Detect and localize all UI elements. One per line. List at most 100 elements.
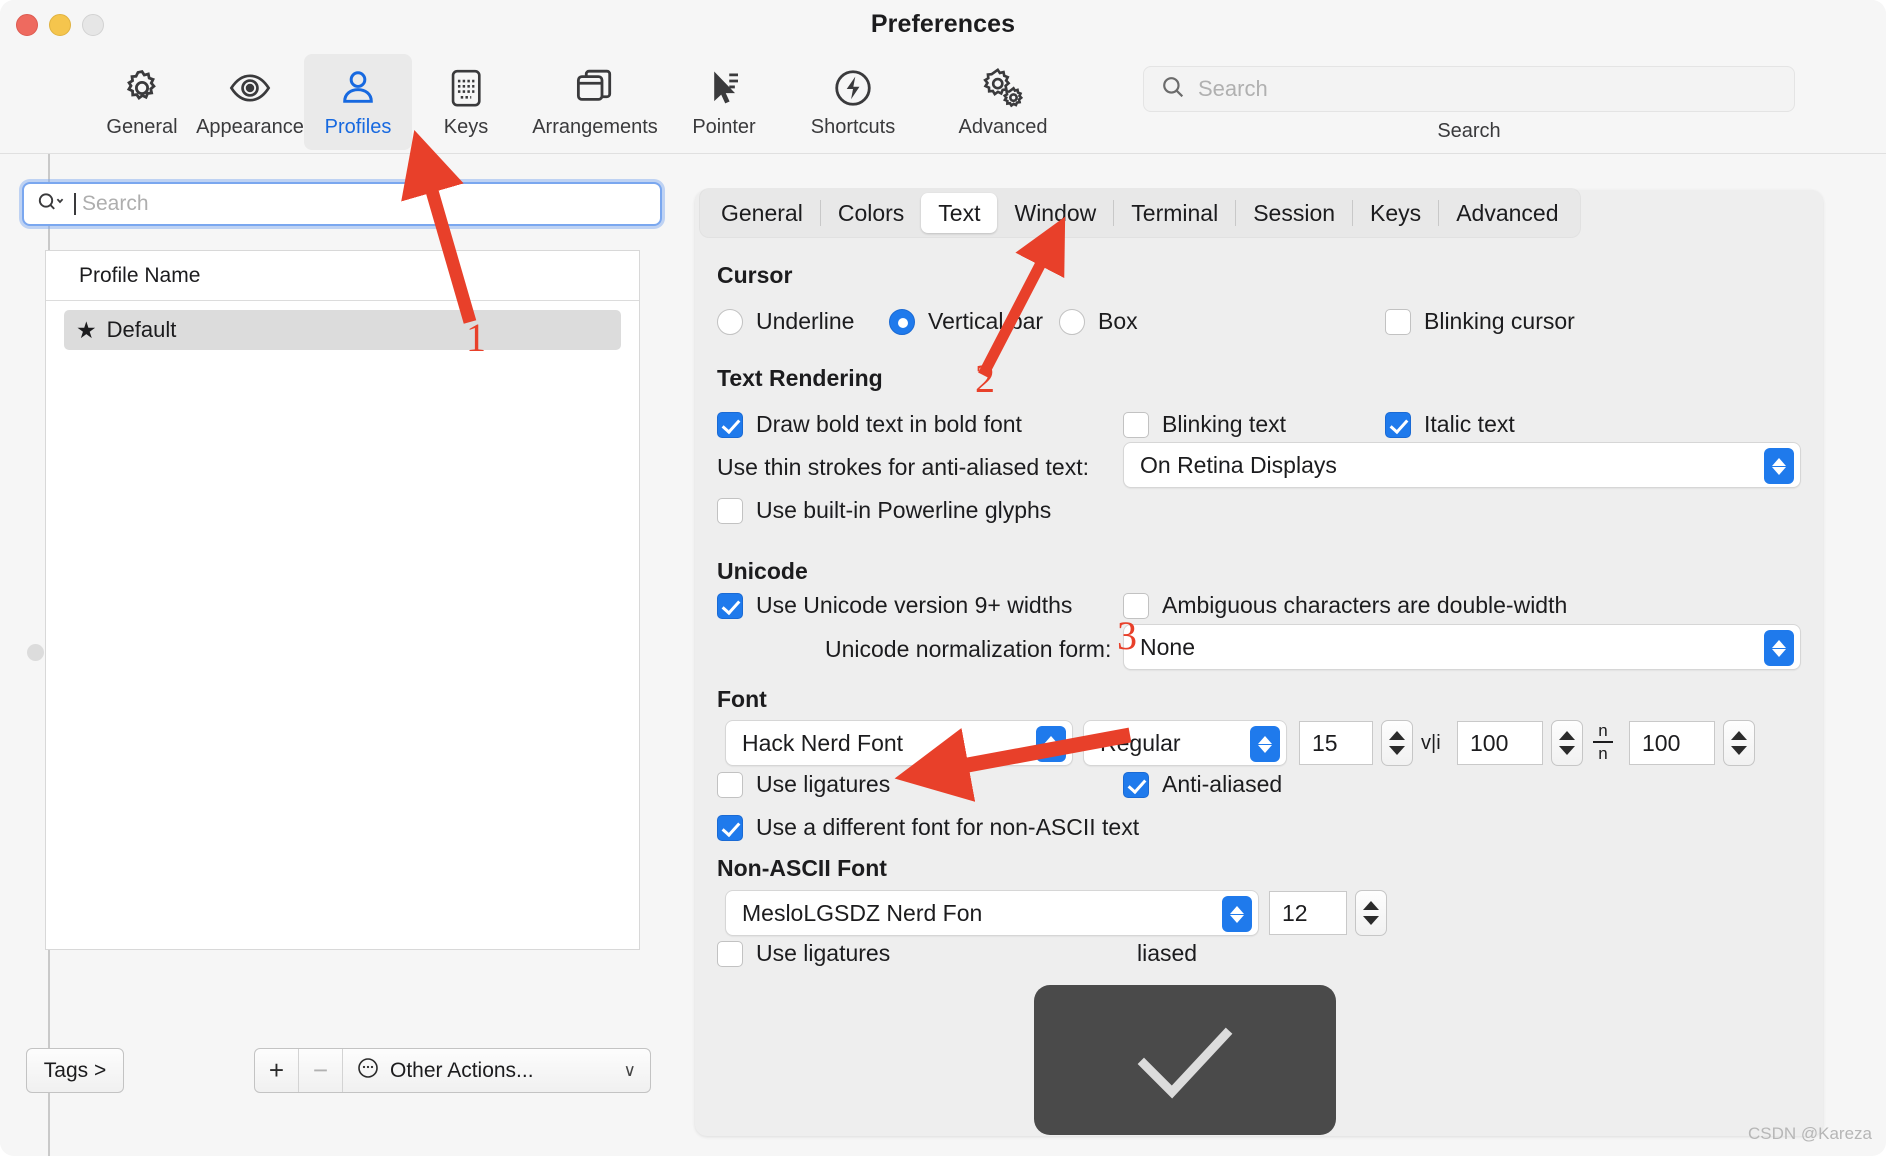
tab-advanced[interactable]: Advanced [1439, 193, 1575, 233]
popup-arrows-icon[interactable] [1250, 726, 1280, 762]
checkbox-unicode-version-9[interactable] [717, 592, 743, 619]
radio-underline[interactable] [717, 308, 743, 335]
radio-vertical-bar[interactable] [889, 308, 915, 335]
watermark: CSDN @Kareza [1747, 1124, 1872, 1143]
radio-box[interactable] [1059, 308, 1085, 335]
nonascii-antialiased-checkbox-row[interactable]: liased [1137, 940, 1197, 967]
vertical-spacing-input[interactable]: 100 [1629, 721, 1715, 765]
font-family-popup[interactable]: Hack Nerd Font [725, 720, 1073, 766]
checkbox-use-different-nonascii-font[interactable] [717, 814, 743, 841]
toolbar-item-profiles[interactable]: Profiles [304, 54, 412, 150]
checkbox-powerline[interactable] [717, 497, 743, 524]
vertical-spacing-stepper[interactable] [1723, 720, 1755, 766]
tab-window[interactable]: Window [997, 193, 1113, 233]
powerline-checkbox-row[interactable]: Use built-in Powerline glyphs [717, 497, 1051, 524]
cursor-option-vertical-bar[interactable]: Vertical bar [889, 308, 1043, 335]
cursor-option-label: Vertical bar [928, 308, 1044, 334]
search-input[interactable]: Search [1143, 66, 1795, 112]
checkbox-blinking-text[interactable] [1123, 411, 1149, 438]
cursor-option-box[interactable]: Box [1059, 308, 1138, 335]
search-label: Search [1437, 120, 1501, 142]
windows-icon [573, 64, 617, 112]
tab-colors[interactable]: Colors [821, 193, 921, 233]
normalization-value: None [1140, 633, 1195, 660]
thin-strokes-label: Use thin strokes for anti-aliased text: [717, 454, 1089, 480]
font-weight-popup[interactable]: Regular [1083, 720, 1287, 766]
person-icon [337, 64, 379, 112]
nonascii-font-size-stepper[interactable] [1355, 890, 1387, 936]
checkmark-icon [1120, 1008, 1250, 1113]
horizontal-spacing-stepper[interactable] [1551, 720, 1583, 766]
gears-icon [980, 64, 1026, 112]
toolbar-item-keys[interactable]: Keys [412, 54, 520, 150]
checkbox-draw-bold[interactable] [717, 411, 743, 438]
nonascii-antialiased-label: liased [1137, 940, 1198, 966]
toolbar-item-label: Shortcuts [810, 116, 896, 138]
font-size-input[interactable]: 15 [1299, 721, 1373, 765]
profile-list-item-default[interactable]: ★ Default [64, 310, 621, 350]
normalization-popup[interactable]: None [1123, 624, 1801, 670]
draw-bold-checkbox-row[interactable]: Draw bold text in bold font [717, 411, 1022, 438]
settings-tab-bar: General Colors Text Window Terminal Sess… [700, 189, 1580, 237]
sidebar-footer: Tags > + − Other Actions... ∨ [0, 1034, 683, 1124]
toolbar-item-label: Profiles [324, 116, 392, 138]
toolbar-item-pointer[interactable]: Pointer [670, 54, 778, 150]
italic-text-checkbox-row[interactable]: Italic text [1385, 411, 1515, 438]
search-placeholder: Search [1198, 76, 1268, 101]
horizontal-spacing-value: 100 [1470, 729, 1509, 756]
checkbox-font-ligatures[interactable] [717, 771, 743, 798]
blinking-text-checkbox-row[interactable]: Blinking text [1123, 411, 1286, 438]
other-actions-dropdown[interactable]: Other Actions... ∨ [343, 1049, 650, 1092]
nonascii-font-size-input[interactable]: 12 [1269, 891, 1347, 935]
toolbar-item-arrangements[interactable]: Arrangements [520, 54, 670, 150]
font-size-stepper[interactable] [1381, 720, 1413, 766]
pane-divider-handle[interactable] [27, 644, 44, 661]
popup-arrows-icon[interactable] [1764, 630, 1794, 666]
tags-button[interactable]: Tags > [26, 1048, 124, 1093]
thin-strokes-popup[interactable]: On Retina Displays [1123, 442, 1801, 488]
cursor-section-heading: Cursor [717, 262, 793, 288]
profile-list-column-header[interactable]: Profile Name [46, 251, 639, 301]
search-dropdown-icon[interactable] [36, 189, 66, 220]
toolbar-item-shortcuts[interactable]: Shortcuts [778, 54, 928, 150]
profile-search-input[interactable]: Search [22, 182, 662, 226]
popup-arrows-icon[interactable] [1764, 448, 1794, 484]
ambiguous-checkbox-row[interactable]: Ambiguous characters are double-width [1123, 592, 1567, 619]
fraction-bar [1593, 741, 1613, 743]
blinking-cursor-checkbox-row[interactable]: Blinking cursor [1385, 308, 1575, 335]
tab-session[interactable]: Session [1236, 193, 1352, 233]
nonascii-font-toggle-row[interactable]: Use a different font for non-ASCII text [717, 814, 1139, 841]
chevron-down-icon: ∨ [623, 1060, 636, 1080]
profile-list: Profile Name ★ Default [45, 250, 640, 950]
horizontal-spacing-input[interactable]: 100 [1457, 721, 1543, 765]
normalization-label: Unicode normalization form: [825, 636, 1112, 662]
toolbar-item-appearance[interactable]: Appearance [196, 54, 304, 150]
remove-profile-button[interactable]: − [299, 1049, 343, 1092]
unicode9-checkbox-row[interactable]: Use Unicode version 9+ widths [717, 592, 1072, 619]
cursor-option-underline[interactable]: Underline [717, 308, 854, 335]
add-profile-button[interactable]: + [255, 1049, 299, 1092]
ellipsis-circle-icon [356, 1056, 380, 1086]
tab-text[interactable]: Text [921, 193, 998, 233]
checkbox-nonascii-ligatures[interactable] [717, 940, 743, 967]
eye-icon [228, 64, 272, 112]
checkbox-blinking-cursor[interactable] [1385, 308, 1411, 335]
toolbar-item-advanced[interactable]: Advanced [928, 54, 1078, 150]
font-ligatures-label: Use ligatures [756, 771, 891, 797]
font-ligatures-checkbox-row[interactable]: Use ligatures [717, 771, 890, 798]
toolbar-search-area: Search Search [1143, 66, 1795, 143]
checkbox-italic-text[interactable] [1385, 411, 1411, 438]
toolbar-item-general[interactable]: General [88, 54, 196, 150]
popup-arrows-icon[interactable] [1036, 726, 1066, 762]
nonascii-font-family-popup[interactable]: MesloLGSDZ Nerd Fon [725, 890, 1259, 936]
checkbox-antialiased[interactable] [1123, 771, 1149, 798]
font-weight-value: Regular [1100, 729, 1181, 756]
tab-keys[interactable]: Keys [1353, 193, 1438, 233]
nonascii-ligatures-checkbox-row[interactable]: Use ligatures [717, 940, 890, 967]
tab-general[interactable]: General [704, 193, 820, 233]
popup-arrows-icon[interactable] [1222, 896, 1252, 932]
antialiased-label: Anti-aliased [1162, 771, 1283, 797]
profile-name: Default [106, 317, 177, 342]
tab-terminal[interactable]: Terminal [1114, 193, 1235, 233]
antialiased-checkbox-row[interactable]: Anti-aliased [1123, 771, 1282, 798]
